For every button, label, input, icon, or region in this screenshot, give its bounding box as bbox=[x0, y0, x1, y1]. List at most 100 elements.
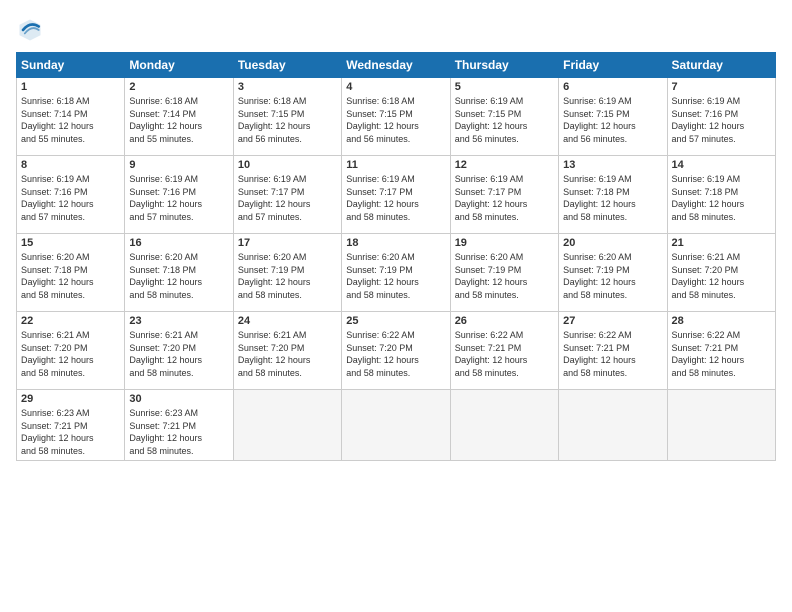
day-number: 16 bbox=[129, 237, 228, 249]
day-number: 20 bbox=[563, 237, 662, 249]
day-info: Sunrise: 6:22 AM Sunset: 7:21 PM Dayligh… bbox=[455, 329, 554, 379]
day-cell: 28Sunrise: 6:22 AM Sunset: 7:21 PM Dayli… bbox=[667, 312, 775, 390]
week-row-2: 8 Sunrise: 6:19 AM Sunset: 7:16 PM Daylig… bbox=[17, 156, 776, 234]
day-info: Sunrise: 6:22 AM Sunset: 7:21 PM Dayligh… bbox=[672, 329, 771, 379]
day-number: 11 bbox=[346, 159, 445, 171]
day-cell: 11 Sunrise: 6:19 AM Sunset: 7:17 PM Dayli… bbox=[342, 156, 450, 234]
day-cell: 10 Sunrise: 6:19 AM Sunset: 7:17 PM Dayli… bbox=[233, 156, 341, 234]
day-info: Sunrise: 6:20 AM Sunset: 7:18 PM Dayligh… bbox=[21, 251, 120, 301]
day-cell bbox=[450, 390, 558, 461]
day-number: 24 bbox=[238, 315, 337, 327]
day-number: 26 bbox=[455, 315, 554, 327]
weekday-sunday: Sunday bbox=[17, 53, 125, 78]
day-number: 25 bbox=[346, 315, 445, 327]
weekday-saturday: Saturday bbox=[667, 53, 775, 78]
day-cell: 17 Sunrise: 6:20 AM Sunset: 7:19 PM Dayli… bbox=[233, 234, 341, 312]
day-cell: 29Sunrise: 6:23 AM Sunset: 7:21 PM Dayli… bbox=[17, 390, 125, 461]
day-number: 19 bbox=[455, 237, 554, 249]
weekday-tuesday: Tuesday bbox=[233, 53, 341, 78]
day-info: Sunrise: 6:19 AM Sunset: 7:18 PM Dayligh… bbox=[672, 173, 771, 223]
day-cell: 12Sunrise: 6:19 AM Sunset: 7:17 PM Dayli… bbox=[450, 156, 558, 234]
day-number: 9 bbox=[129, 159, 228, 171]
day-cell: 30 Sunrise: 6:23 AM Sunset: 7:21 PM Dayli… bbox=[125, 390, 233, 461]
weekday-wednesday: Wednesday bbox=[342, 53, 450, 78]
day-cell: 21Sunrise: 6:21 AM Sunset: 7:20 PM Dayli… bbox=[667, 234, 775, 312]
day-info: Sunrise: 6:21 AM Sunset: 7:20 PM Dayligh… bbox=[672, 251, 771, 301]
day-number: 27 bbox=[563, 315, 662, 327]
day-info: Sunrise: 6:18 AM Sunset: 7:15 PM Dayligh… bbox=[346, 95, 445, 145]
day-cell: 22 Sunrise: 6:21 AM Sunset: 7:20 PM Dayli… bbox=[17, 312, 125, 390]
day-info: Sunrise: 6:18 AM Sunset: 7:14 PM Dayligh… bbox=[21, 95, 120, 145]
day-number: 8 bbox=[21, 159, 120, 171]
page: SundayMondayTuesdayWednesdayThursdayFrid… bbox=[0, 0, 792, 612]
day-number: 6 bbox=[563, 81, 662, 93]
day-info: Sunrise: 6:18 AM Sunset: 7:14 PM Dayligh… bbox=[129, 95, 228, 145]
day-cell: 20 Sunrise: 6:20 AM Sunset: 7:19 PM Dayli… bbox=[559, 234, 667, 312]
day-cell: 26 Sunrise: 6:22 AM Sunset: 7:21 PM Dayli… bbox=[450, 312, 558, 390]
day-number: 3 bbox=[238, 81, 337, 93]
day-number: 5 bbox=[455, 81, 554, 93]
day-info: Sunrise: 6:19 AM Sunset: 7:16 PM Dayligh… bbox=[21, 173, 120, 223]
day-number: 2 bbox=[129, 81, 228, 93]
day-number: 23 bbox=[129, 315, 228, 327]
day-number: 17 bbox=[238, 237, 337, 249]
day-info: Sunrise: 6:19 AM Sunset: 7:17 PM Dayligh… bbox=[238, 173, 337, 223]
day-cell: 5 Sunrise: 6:19 AM Sunset: 7:15 PM Daylig… bbox=[450, 78, 558, 156]
day-info: Sunrise: 6:19 AM Sunset: 7:15 PM Dayligh… bbox=[455, 95, 554, 145]
day-cell bbox=[559, 390, 667, 461]
day-cell: 4Sunrise: 6:18 AM Sunset: 7:15 PM Daylig… bbox=[342, 78, 450, 156]
day-number: 7 bbox=[672, 81, 771, 93]
day-cell bbox=[233, 390, 341, 461]
day-number: 10 bbox=[238, 159, 337, 171]
day-info: Sunrise: 6:19 AM Sunset: 7:17 PM Dayligh… bbox=[346, 173, 445, 223]
day-cell: 7 Sunrise: 6:19 AM Sunset: 7:16 PM Daylig… bbox=[667, 78, 775, 156]
day-number: 22 bbox=[21, 315, 120, 327]
day-cell: 8 Sunrise: 6:19 AM Sunset: 7:16 PM Daylig… bbox=[17, 156, 125, 234]
day-number: 1 bbox=[21, 81, 120, 93]
day-cell: 6 Sunrise: 6:19 AM Sunset: 7:15 PM Daylig… bbox=[559, 78, 667, 156]
day-info: Sunrise: 6:23 AM Sunset: 7:21 PM Dayligh… bbox=[129, 407, 228, 457]
day-cell: 16Sunrise: 6:20 AM Sunset: 7:18 PM Dayli… bbox=[125, 234, 233, 312]
day-info: Sunrise: 6:20 AM Sunset: 7:19 PM Dayligh… bbox=[238, 251, 337, 301]
day-cell bbox=[667, 390, 775, 461]
day-info: Sunrise: 6:18 AM Sunset: 7:15 PM Dayligh… bbox=[238, 95, 337, 145]
day-cell: 19 Sunrise: 6:20 AM Sunset: 7:19 PM Dayli… bbox=[450, 234, 558, 312]
week-row-4: 22 Sunrise: 6:21 AM Sunset: 7:20 PM Dayli… bbox=[17, 312, 776, 390]
day-info: Sunrise: 6:21 AM Sunset: 7:20 PM Dayligh… bbox=[129, 329, 228, 379]
weekday-thursday: Thursday bbox=[450, 53, 558, 78]
weekday-monday: Monday bbox=[125, 53, 233, 78]
day-info: Sunrise: 6:20 AM Sunset: 7:19 PM Dayligh… bbox=[346, 251, 445, 301]
day-cell: 27Sunrise: 6:22 AM Sunset: 7:21 PM Dayli… bbox=[559, 312, 667, 390]
calendar-table: SundayMondayTuesdayWednesdayThursdayFrid… bbox=[16, 52, 776, 461]
day-cell: 15 Sunrise: 6:20 AM Sunset: 7:18 PM Dayli… bbox=[17, 234, 125, 312]
week-row-1: 1 Sunrise: 6:18 AM Sunset: 7:14 PM Daylig… bbox=[17, 78, 776, 156]
day-number: 15 bbox=[21, 237, 120, 249]
day-info: Sunrise: 6:19 AM Sunset: 7:18 PM Dayligh… bbox=[563, 173, 662, 223]
header bbox=[16, 16, 776, 44]
day-info: Sunrise: 6:19 AM Sunset: 7:16 PM Dayligh… bbox=[672, 95, 771, 145]
day-cell: 24 Sunrise: 6:21 AM Sunset: 7:20 PM Dayli… bbox=[233, 312, 341, 390]
day-number: 13 bbox=[563, 159, 662, 171]
day-cell: 14 Sunrise: 6:19 AM Sunset: 7:18 PM Dayli… bbox=[667, 156, 775, 234]
day-number: 30 bbox=[129, 393, 228, 405]
day-cell: 23 Sunrise: 6:21 AM Sunset: 7:20 PM Dayli… bbox=[125, 312, 233, 390]
week-row-3: 15 Sunrise: 6:20 AM Sunset: 7:18 PM Dayli… bbox=[17, 234, 776, 312]
day-number: 18 bbox=[346, 237, 445, 249]
day-info: Sunrise: 6:21 AM Sunset: 7:20 PM Dayligh… bbox=[21, 329, 120, 379]
day-cell: 13 Sunrise: 6:19 AM Sunset: 7:18 PM Dayli… bbox=[559, 156, 667, 234]
day-cell: 1 Sunrise: 6:18 AM Sunset: 7:14 PM Daylig… bbox=[17, 78, 125, 156]
day-info: Sunrise: 6:20 AM Sunset: 7:19 PM Dayligh… bbox=[563, 251, 662, 301]
day-info: Sunrise: 6:19 AM Sunset: 7:16 PM Dayligh… bbox=[129, 173, 228, 223]
day-cell: 2 Sunrise: 6:18 AM Sunset: 7:14 PM Daylig… bbox=[125, 78, 233, 156]
day-number: 12 bbox=[455, 159, 554, 171]
day-cell bbox=[342, 390, 450, 461]
day-info: Sunrise: 6:23 AM Sunset: 7:21 PM Dayligh… bbox=[21, 407, 120, 457]
day-info: Sunrise: 6:21 AM Sunset: 7:20 PM Dayligh… bbox=[238, 329, 337, 379]
day-number: 14 bbox=[672, 159, 771, 171]
day-info: Sunrise: 6:19 AM Sunset: 7:15 PM Dayligh… bbox=[563, 95, 662, 145]
day-info: Sunrise: 6:22 AM Sunset: 7:20 PM Dayligh… bbox=[346, 329, 445, 379]
logo-icon bbox=[16, 16, 44, 44]
weekday-header-row: SundayMondayTuesdayWednesdayThursdayFrid… bbox=[17, 53, 776, 78]
day-info: Sunrise: 6:20 AM Sunset: 7:19 PM Dayligh… bbox=[455, 251, 554, 301]
week-row-5: 29Sunrise: 6:23 AM Sunset: 7:21 PM Dayli… bbox=[17, 390, 776, 461]
